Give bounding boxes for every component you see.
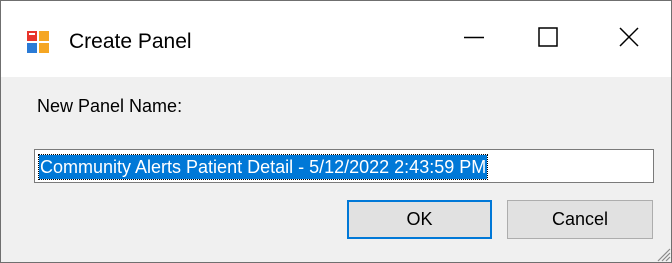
window-title: Create Panel bbox=[69, 30, 192, 53]
maximize-button[interactable] bbox=[511, 1, 585, 77]
resize-grip-icon[interactable] bbox=[653, 244, 671, 262]
panel-name-label: New Panel Name: bbox=[37, 96, 183, 116]
title-bar[interactable]: Create Panel bbox=[1, 1, 671, 77]
minimize-icon bbox=[464, 27, 484, 52]
minimize-button[interactable] bbox=[437, 1, 511, 77]
panel-name-value: Community Alerts Patient Detail - 5/12/2… bbox=[37, 154, 489, 180]
create-panel-dialog: Create Panel New Panel Name: Community A… bbox=[0, 0, 672, 263]
close-button[interactable] bbox=[592, 1, 666, 77]
maximize-icon bbox=[538, 26, 558, 52]
ok-button[interactable]: OK bbox=[347, 200, 492, 239]
cancel-button[interactable]: Cancel bbox=[507, 200, 653, 239]
application-window-icon bbox=[27, 31, 49, 53]
close-icon bbox=[619, 26, 639, 52]
panel-name-input[interactable]: Community Alerts Patient Detail - 5/12/2… bbox=[34, 149, 654, 183]
